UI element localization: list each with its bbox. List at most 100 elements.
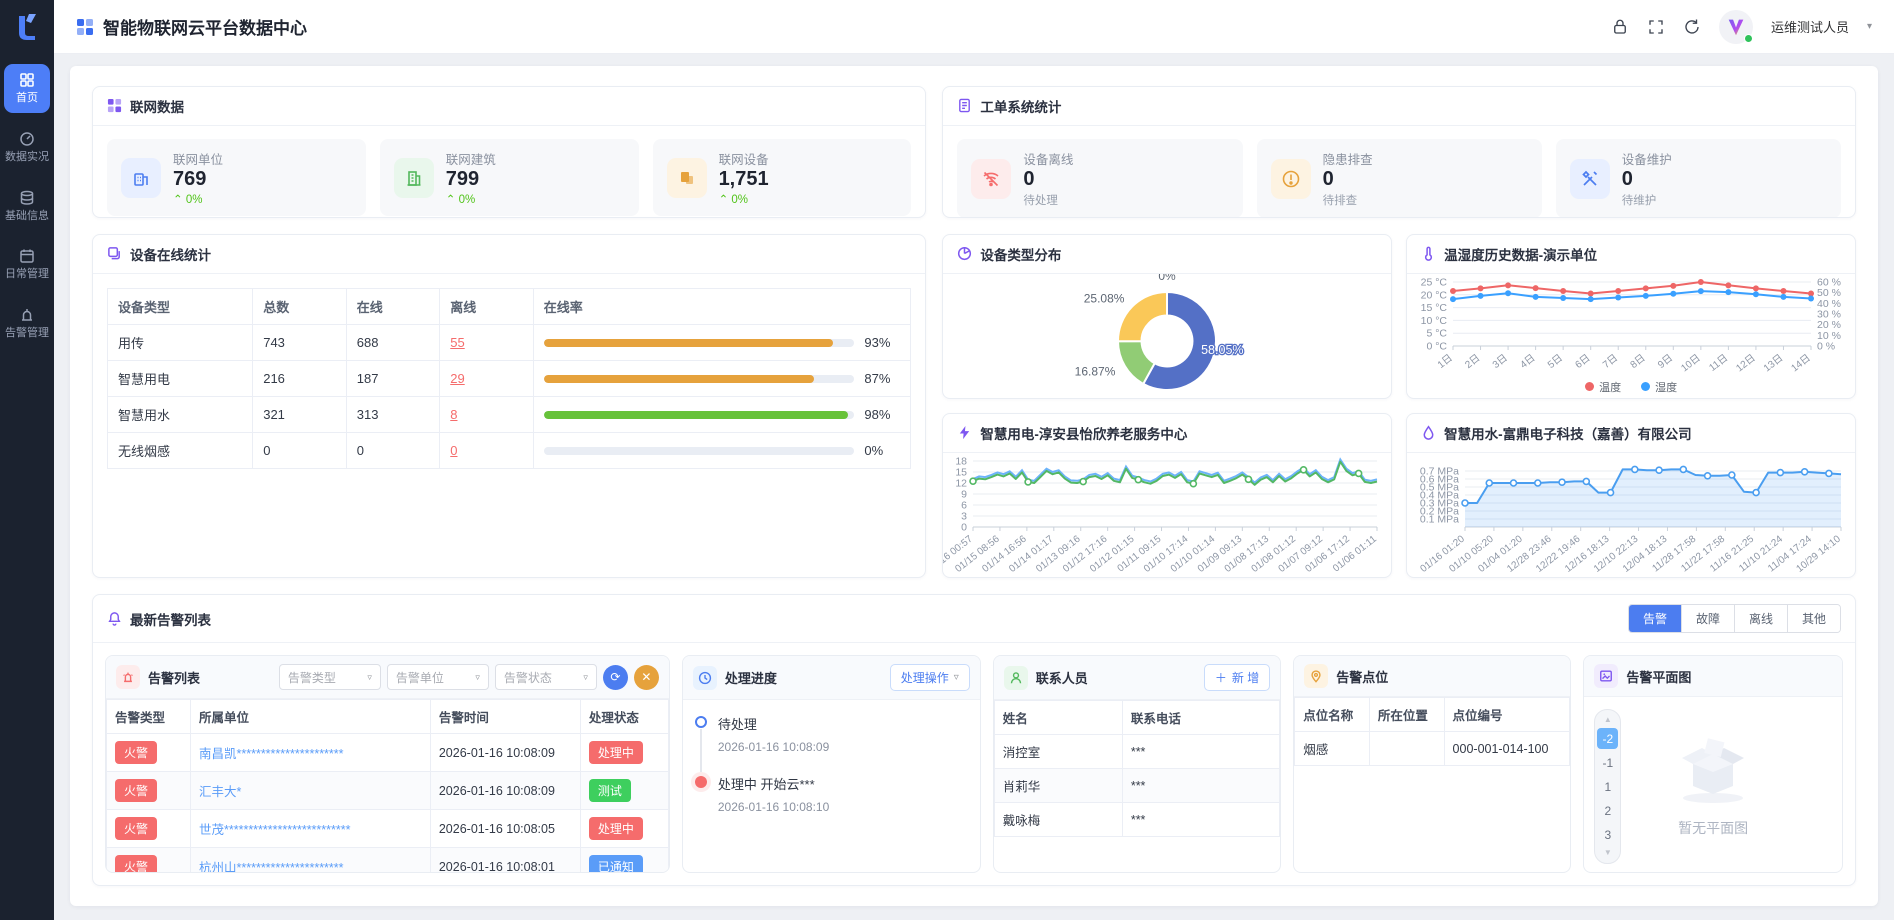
stat-tile-maintenance: 设备维护 0 待维护 [1556, 139, 1841, 218]
tab-offline[interactable]: 离线 [1734, 605, 1787, 632]
table-row: 智慧用水 321 313 8 98% [108, 397, 911, 433]
gauge-icon [4, 131, 50, 147]
svg-text:0 %: 0 % [1817, 341, 1835, 353]
stat-label: 联网单位 [173, 149, 223, 168]
chevron-down-icon: ▿ [583, 672, 588, 683]
alarm-tabs: 告警 故障 离线 其他 [1628, 604, 1841, 633]
online-status-dot [1744, 34, 1753, 43]
stat-label: 设备离线 [1023, 149, 1073, 168]
stat-label: 隐患排查 [1323, 149, 1373, 168]
lock-icon[interactable] [1611, 18, 1629, 36]
person-icon [1004, 666, 1028, 690]
alarm-unit-select[interactable]: 告警单位▿ [387, 664, 489, 690]
sidebar-item-base-info[interactable]: 基础信息 [4, 182, 50, 231]
grid-icon [4, 72, 50, 88]
svg-text:16.87%: 16.87% [1075, 365, 1116, 379]
calendar-icon [4, 248, 50, 264]
latest-alarms-card: 最新告警列表 告警 故障 离线 其他 告警列表 告警类型▿ 告警单位▿ 告警状态… [92, 594, 1856, 886]
device-online-table: 设备类型 总数 在线 离线 在线率 用传 743 688 55 93% 智 [107, 288, 911, 469]
tab-alarm[interactable]: 告警 [1629, 605, 1681, 632]
water-drop-icon [1421, 425, 1437, 441]
alarm-icon [4, 307, 50, 323]
app-grid-icon [76, 18, 94, 36]
stat-sub: 待处理 [1023, 192, 1073, 208]
col-header: 所在位置 [1369, 698, 1444, 732]
wifi-off-icon [971, 159, 1011, 199]
sidebar: 首页 数据实况 基础信息 日常管理 告警管理 [0, 0, 54, 920]
offline-count-link[interactable]: 8 [450, 407, 457, 422]
work-order-card: 工单系统统计 设备离线 0 待处理 隐患排查 0 待排查 设 [942, 86, 1856, 218]
svg-text:40 %: 40 % [1817, 298, 1841, 310]
svg-text:60 %: 60 % [1817, 277, 1841, 289]
offline-count-link[interactable]: 29 [450, 371, 464, 386]
offline-count-link[interactable]: 55 [450, 335, 464, 350]
chart-legend[interactable]: 温度湿度 [1407, 379, 1855, 395]
avatar-v-logo [1725, 16, 1747, 38]
offline-count-link[interactable]: 0 [450, 443, 457, 458]
chevron-down-icon[interactable]: ▾ [1867, 21, 1872, 32]
lightning-icon [957, 425, 973, 441]
building-icon [121, 158, 161, 198]
page-title: 智能物联网云平台数据中心 [103, 14, 307, 39]
refresh-icon[interactable] [1683, 18, 1701, 36]
svg-text:9: 9 [962, 489, 968, 501]
chevron-down-icon: ▿ [475, 672, 480, 683]
sidebar-item-live-data[interactable]: 数据实况 [4, 123, 50, 172]
col-header: 点位编号 [1444, 698, 1570, 732]
temp-humidity-line-chart: 0 °C5 °C10 °C15 °C20 °C25 °C0 %10 %20 %3… [1407, 274, 1855, 398]
table-row: 智慧用电 216 187 29 87% [108, 361, 911, 397]
sidebar-item-home[interactable]: 首页 [4, 64, 50, 113]
refresh-button[interactable]: ⟳ [603, 665, 628, 690]
process-action-button[interactable]: 处理操作▿ [890, 664, 970, 691]
svg-text:30 %: 30 % [1817, 309, 1841, 321]
add-contact-button[interactable]: ＋新 增 [1204, 664, 1270, 691]
alarm-bell-icon [116, 665, 140, 689]
sidebar-item-alarm-mgmt[interactable]: 告警管理 [4, 299, 50, 348]
pending-dot-icon [695, 716, 707, 728]
app-logo[interactable] [9, 9, 45, 45]
svg-text:15: 15 [956, 467, 968, 479]
wrench-icon [1570, 159, 1610, 199]
alarm-type-select[interactable]: 告警类型▿ [279, 664, 381, 690]
svg-text:0%: 0% [1159, 274, 1177, 283]
points-table: 点位名称 所在位置 点位编号 烟感 000-001-014-100 [1294, 697, 1570, 766]
svg-text:0.7 MPa: 0.7 MPa [1420, 466, 1459, 478]
up-arrow-icon: ⌃ [719, 194, 732, 206]
unit-link[interactable]: 汇丰大* [199, 781, 395, 800]
thermometer-icon [1421, 246, 1437, 262]
floorplan-panel: 告警平面图 ▲ -2 -1 1 2 3 ▼ [1583, 655, 1843, 873]
chevron-down-icon: ▿ [954, 672, 959, 683]
stat-tile-hazard: 隐患排查 0 待排查 [1257, 139, 1542, 218]
alarm-status-select[interactable]: 告警状态▿ [495, 664, 597, 690]
svg-text:9日: 9日 [1656, 353, 1675, 371]
stat-label: 联网建筑 [446, 149, 496, 168]
smart-power-card: 智慧用电-淳安县怡欣养老服务中心 036912151816 00:5701/15… [942, 413, 1392, 578]
fullscreen-icon[interactable] [1647, 18, 1665, 36]
progress-timeline: 待处理 2026-01-16 10:08:09 处理中 开始云*** 2026-… [683, 700, 980, 828]
content-container: 联网数据 联网单位 769 ⌃ 0% 联网建筑 799 ⌃ 0% [70, 66, 1878, 906]
user-name[interactable]: 运维测试人员 [1771, 17, 1849, 36]
empty-text: 暂无平面图 [1678, 818, 1748, 838]
contact-row: 消控室*** [994, 735, 1280, 769]
svg-text:50 %: 50 % [1817, 287, 1841, 299]
smart-power-line-chart: 036912151816 00:5701/15 08:5601/14 16:56… [943, 453, 1391, 577]
unit-link[interactable]: 杭州山********************** [199, 857, 395, 872]
unit-link[interactable]: 世茂************************** [199, 819, 395, 838]
svg-text:3日: 3日 [1491, 353, 1510, 371]
clear-button[interactable]: ✕ [634, 665, 659, 690]
svg-text:15 °C: 15 °C [1421, 302, 1448, 314]
col-header: 在线率 [533, 289, 911, 325]
col-header: 告警时间 [430, 700, 580, 734]
avatar[interactable] [1719, 10, 1753, 44]
col-header: 离线 [440, 289, 534, 325]
device-type-distribution-card: 设备类型分布 58.05%16.87%25.08%0% [942, 234, 1392, 399]
tab-other[interactable]: 其他 [1787, 605, 1840, 632]
unit-link[interactable]: 南昌凯********************** [199, 743, 395, 762]
stat-value: 1,751 [719, 168, 769, 191]
status-badge: 已通知 [589, 855, 643, 872]
tab-fault[interactable]: 故障 [1681, 605, 1734, 632]
col-header: 联系电话 [1122, 701, 1279, 735]
svg-text:10日: 10日 [1679, 353, 1702, 375]
svg-text:11日: 11日 [1708, 353, 1731, 374]
sidebar-item-daily-mgmt[interactable]: 日常管理 [4, 240, 50, 289]
